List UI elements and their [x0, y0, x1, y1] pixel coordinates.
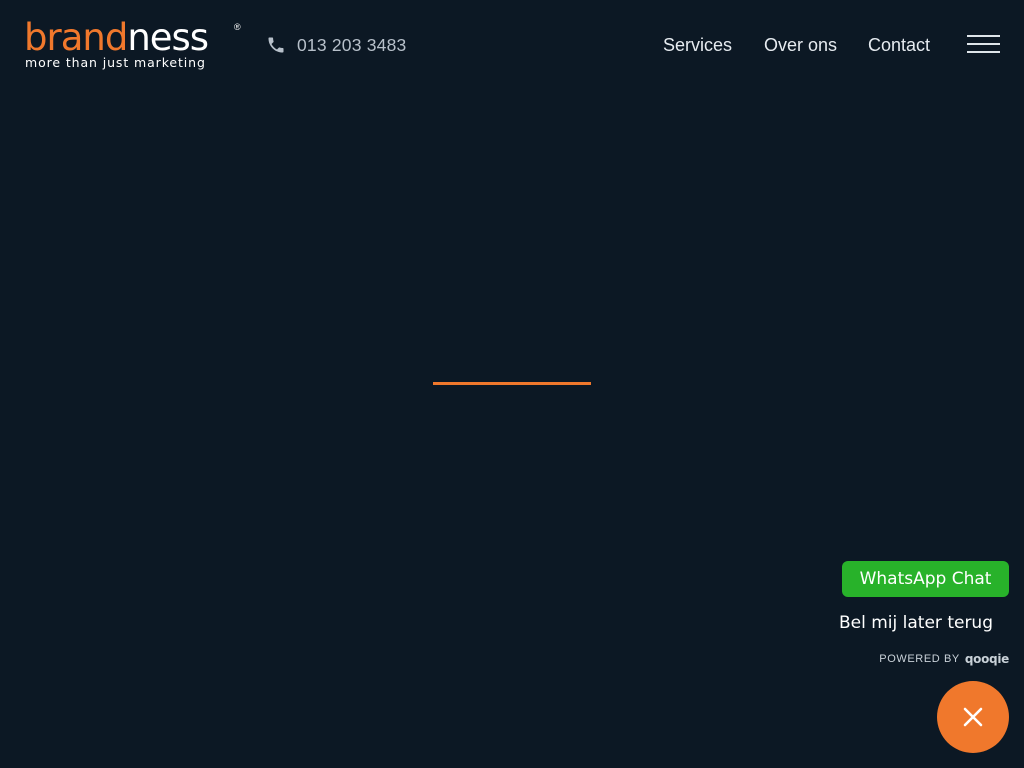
brandness-logo[interactable]: brandness ® more than just marketing	[24, 18, 244, 72]
logo-tagline: more than just marketing	[25, 55, 206, 70]
logo-registered-mark: ®	[234, 22, 241, 32]
hamburger-menu-icon[interactable]	[967, 34, 1000, 54]
close-widget-button[interactable]	[937, 681, 1009, 753]
phone-icon	[266, 35, 286, 55]
hamburger-line	[967, 35, 1000, 37]
phone-number: 013 203 3483	[297, 34, 407, 55]
whatsapp-chat-button[interactable]: WhatsApp Chat	[842, 561, 1009, 597]
nav-item-contact[interactable]: Contact	[868, 33, 930, 57]
logo-word-brand: brand	[24, 16, 128, 59]
powered-by-label: POWERED BY	[879, 653, 960, 665]
loading-bar	[433, 382, 591, 385]
hamburger-line	[967, 43, 1000, 45]
loading-bar-fill	[433, 382, 591, 385]
callback-request-link[interactable]: Bel mij later terug	[839, 610, 993, 636]
logo-word-ness: ness	[127, 16, 209, 59]
powered-by-qooqie[interactable]: POWERED BY QOOQIE	[879, 651, 1009, 667]
page: brandness ® more than just marketing 013…	[0, 0, 1024, 768]
nav-item-services[interactable]: Services	[663, 33, 732, 57]
logo-wordmark: brandness	[24, 16, 209, 59]
phone-link[interactable]: 013 203 3483	[266, 33, 406, 57]
nav-item-over-ons[interactable]: Over ons	[764, 33, 837, 57]
close-icon	[963, 707, 983, 727]
qooqie-logo: QOOQIE	[964, 652, 1009, 666]
hamburger-line	[967, 51, 1000, 53]
